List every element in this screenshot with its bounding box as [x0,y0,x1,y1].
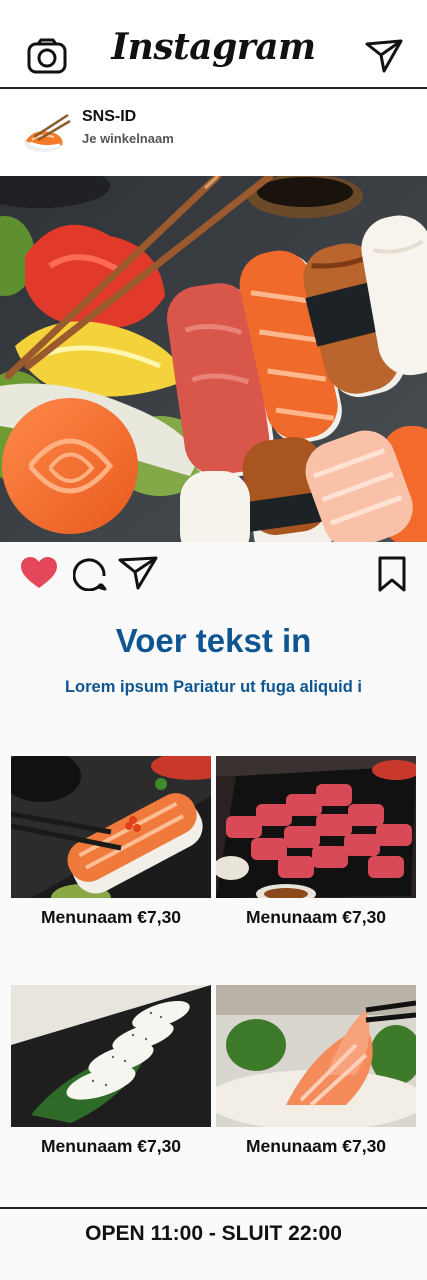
send-icon[interactable] [365,38,403,74]
share-icon[interactable] [118,556,158,590]
menu-item-label: Menunaam €7,30 [40,907,182,927]
bookmark-icon[interactable] [377,556,407,592]
menu-item-2[interactable]: Menunaam €7,30 [216,756,416,928]
comment-icon[interactable] [73,557,107,591]
app-title: Instagram [111,26,316,68]
post-actions [0,542,427,602]
menu-item-label: Menunaam €7,30 [245,1136,387,1156]
menu-item-label: Menunaam €7,30 [40,1136,182,1156]
avatar [24,113,71,152]
menu-item-3[interactable]: Menunaam €7,30 [11,985,211,1157]
menu-item-1[interactable]: Menunaam €7,30 [11,756,211,928]
app-header: Instagram [0,0,427,89]
opening-hours-bar: OPEN 11:00 - SLUIT 22:00 [0,1207,427,1280]
menu-item-4[interactable]: Menunaam €7,30 [216,985,416,1157]
menu-item-label: Menunaam €7,30 [245,907,387,927]
post-headline: Voer tekst in [115,622,312,659]
menu-item-image [11,985,211,1127]
post-author[interactable]: SNS-ID Je winkelnaam [0,91,427,176]
post-subline: Lorem ipsum Pariatur ut fuga aliquid i [64,678,363,696]
opening-hours: OPEN 11:00 - SLUIT 22:00 [85,1222,342,1245]
heart-icon[interactable] [20,556,58,590]
post-image [0,176,427,542]
profile-id: SNS-ID [82,108,137,125]
menu-item-image [216,756,416,898]
shop-name: Je winkelnaam [82,131,174,146]
menu-item-image [11,756,211,898]
menu-item-image [216,985,416,1127]
